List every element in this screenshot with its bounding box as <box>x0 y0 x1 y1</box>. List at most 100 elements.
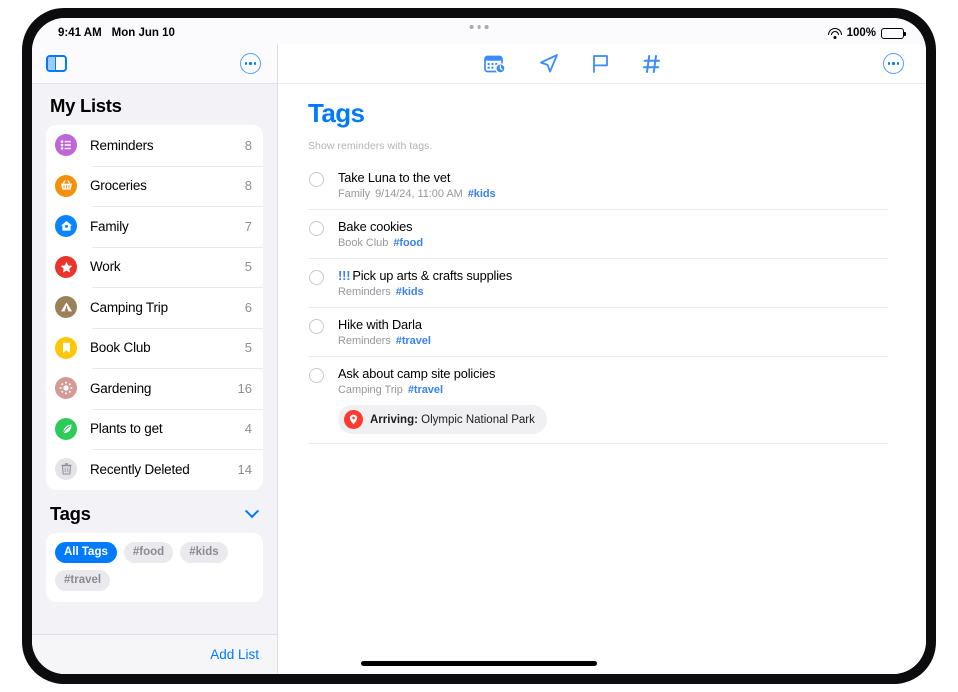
location-badge-value: Olympic National Park <box>421 413 535 426</box>
tag-chip-travel[interactable]: #travel <box>55 569 111 591</box>
reminder-title: Ask about camp site policies <box>338 366 496 381</box>
device-frame: 9:41 AM Mon Jun 10 100% My Lists Reminde… <box>22 8 936 684</box>
sidebar-item-recently-deleted[interactable]: Recently Deleted 14 <box>46 449 263 490</box>
sidebar-item-label: Reminders <box>90 137 154 153</box>
home-indicator <box>361 661 597 666</box>
status-bar-right: 100% <box>827 27 906 39</box>
location-badge-text: Arriving: Olympic National Park <box>370 414 535 426</box>
reminder-meta: Reminders #kids <box>338 286 888 298</box>
reminder-priority-marker: !!! <box>338 268 351 283</box>
sidebar-item-work[interactable]: Work 5 <box>46 246 263 288</box>
reminder-body: Take Luna to the vet Family 9/14/24, 11:0… <box>338 170 888 200</box>
location-pin-icon <box>344 410 363 429</box>
nearby-location-arrow-icon[interactable] <box>538 53 559 74</box>
reminder-body: Ask about camp site policies Camping Tri… <box>338 366 888 434</box>
reminder-checkbox[interactable] <box>309 221 324 236</box>
sidebar-item-label: Family <box>90 218 129 234</box>
battery-full-icon <box>881 27 906 39</box>
sidebar: My Lists Reminders 8 Groceries 8 Family … <box>32 44 278 674</box>
handle-dot <box>469 25 474 29</box>
sidebar-item-family[interactable]: Family 7 <box>46 206 263 247</box>
reminder-row[interactable]: Bake cookies Book Club #food <box>308 210 888 259</box>
reminder-title: !!! Pick up arts & crafts supplies <box>338 268 888 283</box>
reminder-meta: Camping Trip #travel <box>338 384 888 396</box>
reminder-tag: #food <box>393 237 424 249</box>
main-content: Tags Show reminders with tags. Take Luna… <box>278 44 926 674</box>
status-bar-left: 9:41 AM Mon Jun 10 <box>58 27 175 39</box>
trash-icon <box>55 458 77 481</box>
handle-dot <box>484 25 489 29</box>
sidebar-item-count: 5 <box>244 340 252 356</box>
sidebar-footer: Add List <box>32 634 277 674</box>
chevron-down-icon[interactable] <box>244 503 260 518</box>
main-more-circle-icon[interactable] <box>883 53 904 74</box>
reminder-tag: #kids <box>467 188 496 200</box>
status-time: 9:41 AM <box>58 27 102 39</box>
sidebar-item-count: 16 <box>237 380 252 396</box>
reminder-tag: #kids <box>395 286 424 298</box>
multitasking-handle[interactable] <box>469 25 489 29</box>
my-lists-heading: My Lists <box>50 95 122 116</box>
wifi-icon <box>827 27 842 39</box>
sidebar-item-label: Plants to get <box>90 421 163 437</box>
sidebar-item-label: Camping Trip <box>90 299 168 315</box>
sidebar-item-groceries[interactable]: Groceries 8 <box>46 165 263 207</box>
sidebar-item-count: 8 <box>244 137 252 153</box>
tag-chip-kids[interactable]: #kids <box>180 541 228 563</box>
reminder-list-name: Reminders <box>338 335 391 347</box>
reminder-date: 9/14/24, 11:00 AM <box>375 188 463 200</box>
reminder-body: !!! Pick up arts & crafts supplies Remind… <box>338 268 888 298</box>
sidebar-item-count: 5 <box>244 259 252 275</box>
reminder-row[interactable]: Ask about camp site policies Camping Tri… <box>308 357 888 444</box>
reminder-row[interactable]: Take Luna to the vet Family 9/14/24, 11:0… <box>308 161 888 210</box>
sidebar-item-count: 6 <box>244 299 252 315</box>
sidebar-content: My Lists Reminders 8 Groceries 8 Family … <box>32 84 277 634</box>
reminder-checkbox[interactable] <box>309 368 324 383</box>
reminder-list: Take Luna to the vet Family 9/14/24, 11:0… <box>308 161 888 444</box>
reminder-row[interactable]: !!! Pick up arts & crafts supplies Remind… <box>308 259 888 308</box>
sidebar-item-label: Recently Deleted <box>90 461 190 477</box>
reminders-scroll-area: Tags Show reminders with tags. Take Luna… <box>278 84 926 674</box>
sidebar-item-camping-trip[interactable]: Camping Trip 6 <box>46 287 263 328</box>
sidebar-toggle-icon[interactable] <box>46 55 67 72</box>
list-bullet-icon <box>55 134 77 157</box>
sidebar-item-plants-to-get[interactable]: Plants to get 4 <box>46 408 263 450</box>
house-icon <box>55 215 77 238</box>
tag-chip-all-tags[interactable]: All Tags <box>55 541 117 563</box>
my-lists-card: Reminders 8 Groceries 8 Family 7 Work 5 … <box>46 125 263 490</box>
sidebar-item-reminders[interactable]: Reminders 8 <box>46 125 263 166</box>
add-list-button[interactable]: Add List <box>210 647 259 662</box>
tent-icon <box>55 296 77 319</box>
page-title: Tags <box>308 98 365 128</box>
flagged-flag-icon[interactable] <box>591 53 610 74</box>
split-view: My Lists Reminders 8 Groceries 8 Family … <box>32 44 926 674</box>
status-bar: 9:41 AM Mon Jun 10 100% <box>32 18 926 44</box>
battery-percent-label: 100% <box>846 27 876 39</box>
device-screen: 9:41 AM Mon Jun 10 100% My Lists Reminde… <box>32 18 926 674</box>
sidebar-item-label: Book Club <box>90 340 151 356</box>
reminder-list-name: Reminders <box>338 286 391 298</box>
sidebar-item-count: 14 <box>237 461 252 477</box>
reminder-title: Take Luna to the vet <box>338 170 451 185</box>
reminder-checkbox[interactable] <box>309 319 324 334</box>
location-alert-badge[interactable]: Arriving: Olympic National Park <box>338 405 547 434</box>
sidebar-item-count: 4 <box>244 421 252 437</box>
tag-chip-food[interactable]: #food <box>123 541 174 563</box>
reminder-body: Bake cookies Book Club #food <box>338 219 888 249</box>
tags-hash-icon[interactable] <box>642 54 662 74</box>
reminder-checkbox[interactable] <box>309 172 324 187</box>
reminder-tag: #travel <box>407 384 443 396</box>
reminder-body: Hike with Darla Reminders #travel <box>338 317 888 347</box>
reminder-row[interactable]: Hike with Darla Reminders #travel <box>308 308 888 357</box>
reminder-tag: #travel <box>395 335 431 347</box>
sidebar-item-gardening[interactable]: Gardening 16 <box>46 368 263 409</box>
sidebar-more-circle-icon[interactable] <box>240 53 261 74</box>
basket-icon <box>55 174 77 197</box>
star-icon <box>55 255 77 278</box>
reminder-meta: Reminders #travel <box>338 335 888 347</box>
leaf-icon <box>55 417 77 440</box>
scheduled-calendar-icon[interactable] <box>483 54 506 74</box>
reminder-meta: Book Club #food <box>338 237 888 249</box>
reminder-checkbox[interactable] <box>309 270 324 285</box>
sidebar-item-book-club[interactable]: Book Club 5 <box>46 327 263 369</box>
